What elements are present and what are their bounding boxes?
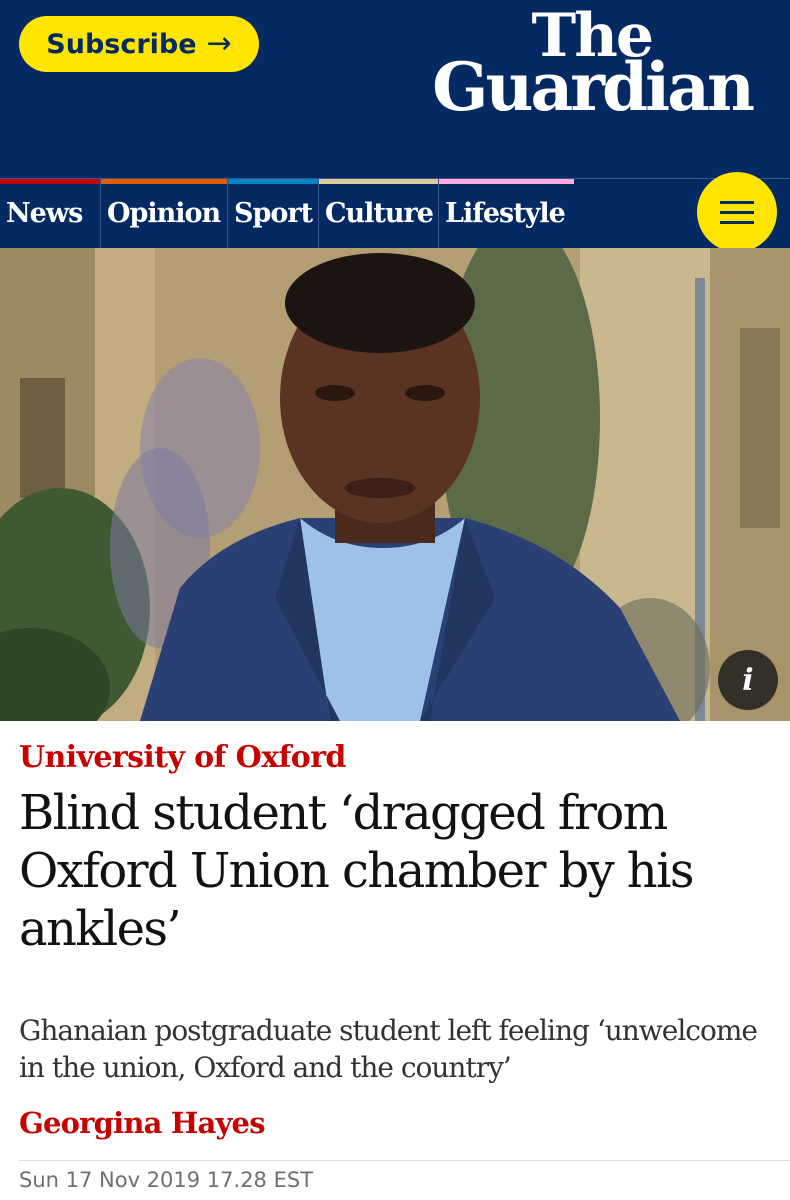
nav-item-news[interactable]: News	[0, 179, 101, 248]
nav-item-opinion[interactable]: Opinion	[101, 179, 228, 248]
hamburger-icon[interactable]	[697, 172, 777, 252]
headline: Blind student ‘dragged from Oxford Union…	[19, 785, 694, 957]
nav-accent-bar	[0, 179, 100, 184]
section-kicker[interactable]: University of Oxford	[19, 740, 346, 775]
masthead: Subscribe → The Guardian	[0, 0, 790, 178]
hero-image: i	[0, 248, 790, 721]
portrait-photo	[0, 248, 790, 721]
nav-item-lifestyle[interactable]: Lifestyle	[439, 179, 574, 248]
arrow-right-icon: →	[206, 26, 232, 61]
nav-item-label: Sport	[234, 198, 313, 229]
divider	[19, 1160, 790, 1161]
nav-accent-bar	[101, 179, 227, 184]
guardian-logo[interactable]: The Guardian	[412, 6, 755, 120]
byline-author[interactable]: Georgina Hayes	[19, 1106, 266, 1140]
nav-item-sport[interactable]: Sport	[228, 179, 319, 248]
nav-item-label: Culture	[325, 198, 434, 229]
subscribe-label: Subscribe	[46, 28, 197, 60]
nav-accent-bar	[228, 179, 318, 184]
info-icon[interactable]: i	[718, 650, 778, 710]
nav-accent-bar	[439, 179, 574, 184]
standfirst: Ghanaian postgraduate student left feeli…	[19, 1014, 758, 1084]
nav-item-label: Opinion	[107, 198, 221, 229]
nav-item-culture[interactable]: Culture	[319, 179, 439, 248]
dateline: Sun 17 Nov 2019 17.28 EST	[19, 1168, 314, 1192]
nav-item-label: News	[6, 198, 83, 229]
section-nav: News Opinion Sport Culture Lifestyle	[0, 178, 790, 248]
subscribe-button[interactable]: Subscribe →	[19, 16, 259, 72]
logo-line-2: Guardian	[432, 48, 755, 126]
nav-accent-bar	[319, 179, 438, 184]
nav-item-label: Lifestyle	[445, 198, 566, 229]
